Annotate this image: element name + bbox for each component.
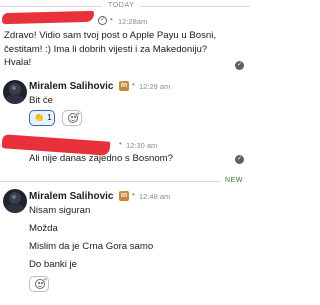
- plus-icon: +: [43, 277, 48, 284]
- message-text: Ali nije danas zajedno s Bosnom?: [29, 153, 173, 164]
- separator-dot: •: [132, 80, 135, 89]
- reaction-count: 1: [47, 113, 52, 122]
- message-timestamp: 12:30 am: [126, 141, 158, 150]
- avatar[interactable]: [3, 189, 27, 213]
- separator-dot: •: [132, 190, 135, 199]
- message-line: Možda: [29, 223, 58, 234]
- read-receipt-icon: ✓: [235, 155, 244, 164]
- divider-line-today-left: [0, 6, 102, 7]
- message-timestamp: 12:28am: [118, 17, 148, 26]
- message-timestamp: 12:48 am: [139, 192, 171, 201]
- divider-line-today-right: [140, 6, 250, 7]
- new-messages-divider: NEW: [225, 177, 244, 184]
- linkedin-premium-icon: in: [119, 191, 129, 201]
- message-timestamp: 12:29 am: [139, 82, 171, 91]
- message-text: Bit će: [29, 95, 53, 106]
- clap-icon: 👏: [34, 113, 44, 122]
- sender-name[interactable]: Miralem Salihovic: [29, 191, 113, 202]
- add-reaction-button[interactable]: +: [62, 110, 82, 126]
- message-line: Nisam siguran: [29, 205, 91, 216]
- divider-line-new: [0, 181, 220, 182]
- date-divider-today: TODAY: [108, 2, 135, 9]
- separator-dot: •: [119, 139, 122, 148]
- linkedin-premium-icon: in: [119, 81, 129, 91]
- reaction-clap-button[interactable]: 👏 1: [29, 110, 55, 126]
- message-line: Do banki je: [29, 259, 77, 270]
- message-line: Mislim da je Crna Gora samo: [29, 241, 154, 252]
- read-receipt-icon: ✓: [235, 61, 244, 70]
- redacted-sender-name: [1, 10, 95, 25]
- sender-name[interactable]: Miralem Salihovic: [29, 81, 113, 92]
- shield-icon: ✓: [98, 16, 107, 25]
- message-text: Zdravo! Vidio sam tvoj post o Apple Payu…: [4, 30, 217, 68]
- separator-dot: •: [110, 15, 113, 24]
- add-reaction-button[interactable]: +: [29, 276, 49, 292]
- avatar[interactable]: [3, 80, 27, 104]
- plus-icon: +: [76, 111, 81, 118]
